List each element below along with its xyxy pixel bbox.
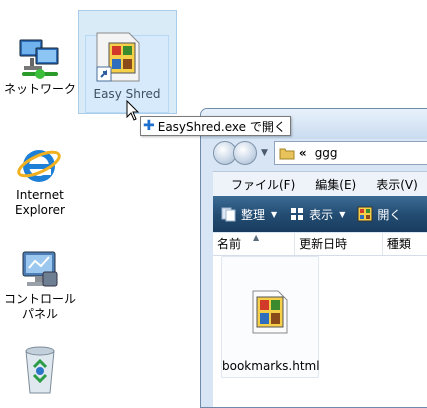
view-label: 表示 (309, 207, 334, 222)
internet-explorer-icon (17, 150, 61, 182)
organize-button[interactable]: 整理 ▼ (221, 206, 277, 223)
view-button[interactable]: 表示 ▼ (289, 206, 345, 223)
chevron-down-icon: ▼ (339, 209, 346, 219)
desktop-icon-label-line2: Explorer (15, 203, 65, 217)
view-icon (291, 208, 304, 220)
desktop-icon-label: コントロール (3, 292, 76, 306)
desktop-icon-internet-explorer[interactable]: Internet Explorer (4, 142, 76, 218)
menu-bar: ファイル(F) 編集(E) 表示(V) (213, 171, 427, 197)
menu-file[interactable]: ファイル(F) (231, 176, 295, 193)
drag-ghost: Easy Shred (78, 10, 177, 114)
open-button[interactable]: 開く (357, 206, 401, 223)
menu-edit[interactable]: 編集(E) (315, 176, 356, 193)
desktop-icon-label-line2: パネル (21, 307, 58, 321)
file-pane[interactable]: bookmarks.html (213, 256, 427, 407)
desktop-icon-recycle-bin[interactable] (10, 345, 70, 397)
address-folder-name[interactable]: ggg (315, 146, 338, 160)
chevron-down-icon: ▼ (271, 209, 278, 219)
sort-ascending-icon: ▲ (253, 233, 260, 242)
organize-icon (221, 207, 236, 222)
forward-button[interactable] (233, 141, 257, 165)
column-modified-label: 更新日時 (299, 237, 348, 251)
file-name: bookmarks.html (222, 359, 320, 373)
desktop-icon-label: Internet (16, 188, 64, 202)
recycle-bin-icon (25, 346, 55, 394)
easy-shred-icon (96, 32, 140, 82)
html-file-icon (252, 290, 288, 334)
file-item[interactable]: bookmarks.html (221, 256, 320, 378)
column-name[interactable]: ▲ 名前 (213, 233, 296, 255)
desktop-icon-network[interactable]: ネットワーク (0, 36, 80, 97)
column-name-label: 名前 (217, 237, 242, 251)
organize-label: 整理 (241, 207, 266, 222)
drag-ghost-label: Easy Shred (93, 87, 161, 101)
mouse-cursor-icon (126, 100, 140, 121)
column-modified[interactable]: 更新日時 (295, 233, 383, 255)
drag-tooltip: ✚ EasyShred.exe で開く (140, 116, 291, 136)
address-bar[interactable]: « ggg (273, 141, 427, 165)
drag-tooltip-text: EasyShred.exe で開く (157, 119, 286, 134)
folder-icon (279, 148, 295, 160)
desktop-icon-control-panel[interactable]: コントロール パネル (0, 248, 80, 322)
explorer-window[interactable]: ▼ « ggg ファイル(F) 編集(E) 表示(V) 整理 ▼ 表示 ▼ 開く… (200, 108, 427, 408)
breadcrumb-chevron[interactable]: « (299, 146, 307, 160)
history-dropdown-icon[interactable]: ▼ (261, 148, 268, 158)
menu-view[interactable]: 表示(V) (376, 176, 418, 193)
network-icon (19, 39, 59, 79)
plus-icon: ✚ (143, 118, 155, 134)
navigation-row: ▼ « ggg (213, 139, 427, 167)
column-type[interactable]: 種類 (383, 233, 427, 255)
easy-shred-small-icon (357, 206, 373, 222)
command-bar: 整理 ▼ 表示 ▼ 開く (213, 196, 427, 232)
column-header: ▲ 名前 更新日時 種類 (213, 233, 427, 256)
desktop-icon-label: ネットワーク (3, 82, 76, 96)
open-label: 開く (377, 207, 402, 222)
column-type-label: 種類 (386, 237, 411, 251)
control-panel-icon (22, 251, 58, 287)
